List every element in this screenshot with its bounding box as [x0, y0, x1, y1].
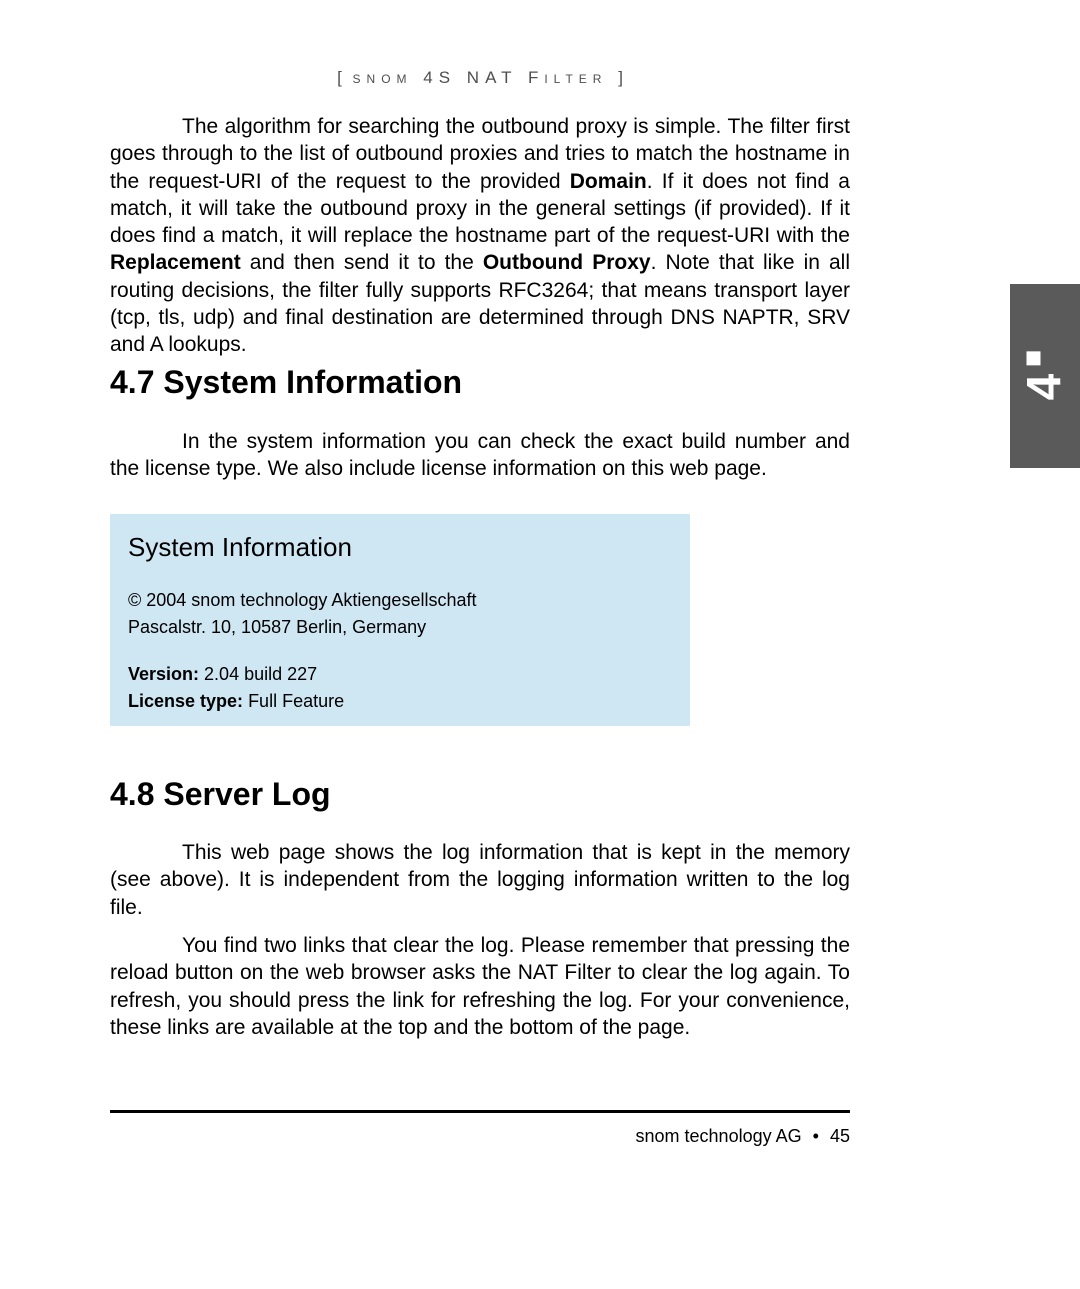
version-label: Version:: [128, 664, 199, 684]
chapter-tab: 4: [1010, 284, 1080, 468]
footer-bullet-icon: •: [813, 1126, 819, 1146]
section-4-7-paragraph: In the system information you can check …: [110, 428, 850, 483]
section-4-8-paragraph-a: This web page shows the log information …: [110, 839, 850, 921]
chapter-dot-icon: [1027, 352, 1041, 366]
system-information-copyright: © 2004 snom technology Aktiengesellschaf…: [128, 587, 672, 614]
section-4-8-paragraph-b: You find two links that clear the log. P…: [110, 932, 850, 1041]
page: [ snom 4S NAT Filter ] 4 The algorithm f…: [0, 0, 1080, 1289]
system-information-license: License type: Full Feature: [128, 688, 672, 715]
system-information-title: System Information: [128, 532, 672, 563]
footer-rule: [110, 1110, 850, 1113]
running-header-text: snom 4S NAT Filter: [353, 68, 608, 87]
version-value: 2.04 build 227: [204, 664, 317, 684]
heading-4-7: 4.7 System Information: [110, 364, 850, 401]
chapter-number: 4: [1018, 352, 1073, 401]
system-information-version: Version: 2.04 build 227: [128, 661, 672, 688]
footer-publisher: snom technology AG: [636, 1126, 802, 1146]
bracket-open: [: [337, 68, 342, 87]
license-label: License type:: [128, 691, 243, 711]
footer-page-number: 45: [830, 1126, 850, 1146]
heading-4-8: 4.8 Server Log: [110, 776, 850, 813]
bracket-close: ]: [618, 68, 623, 87]
system-information-box: System Information © 2004 snom technolog…: [110, 514, 690, 726]
running-header: [ snom 4S NAT Filter ]: [110, 68, 850, 88]
footer: snom technology AG • 45: [636, 1126, 850, 1147]
license-value: Full Feature: [248, 691, 344, 711]
system-information-address: Pascalstr. 10, 10587 Berlin, Germany: [128, 614, 672, 641]
intro-paragraph: The algorithm for searching the outbound…: [110, 113, 850, 359]
